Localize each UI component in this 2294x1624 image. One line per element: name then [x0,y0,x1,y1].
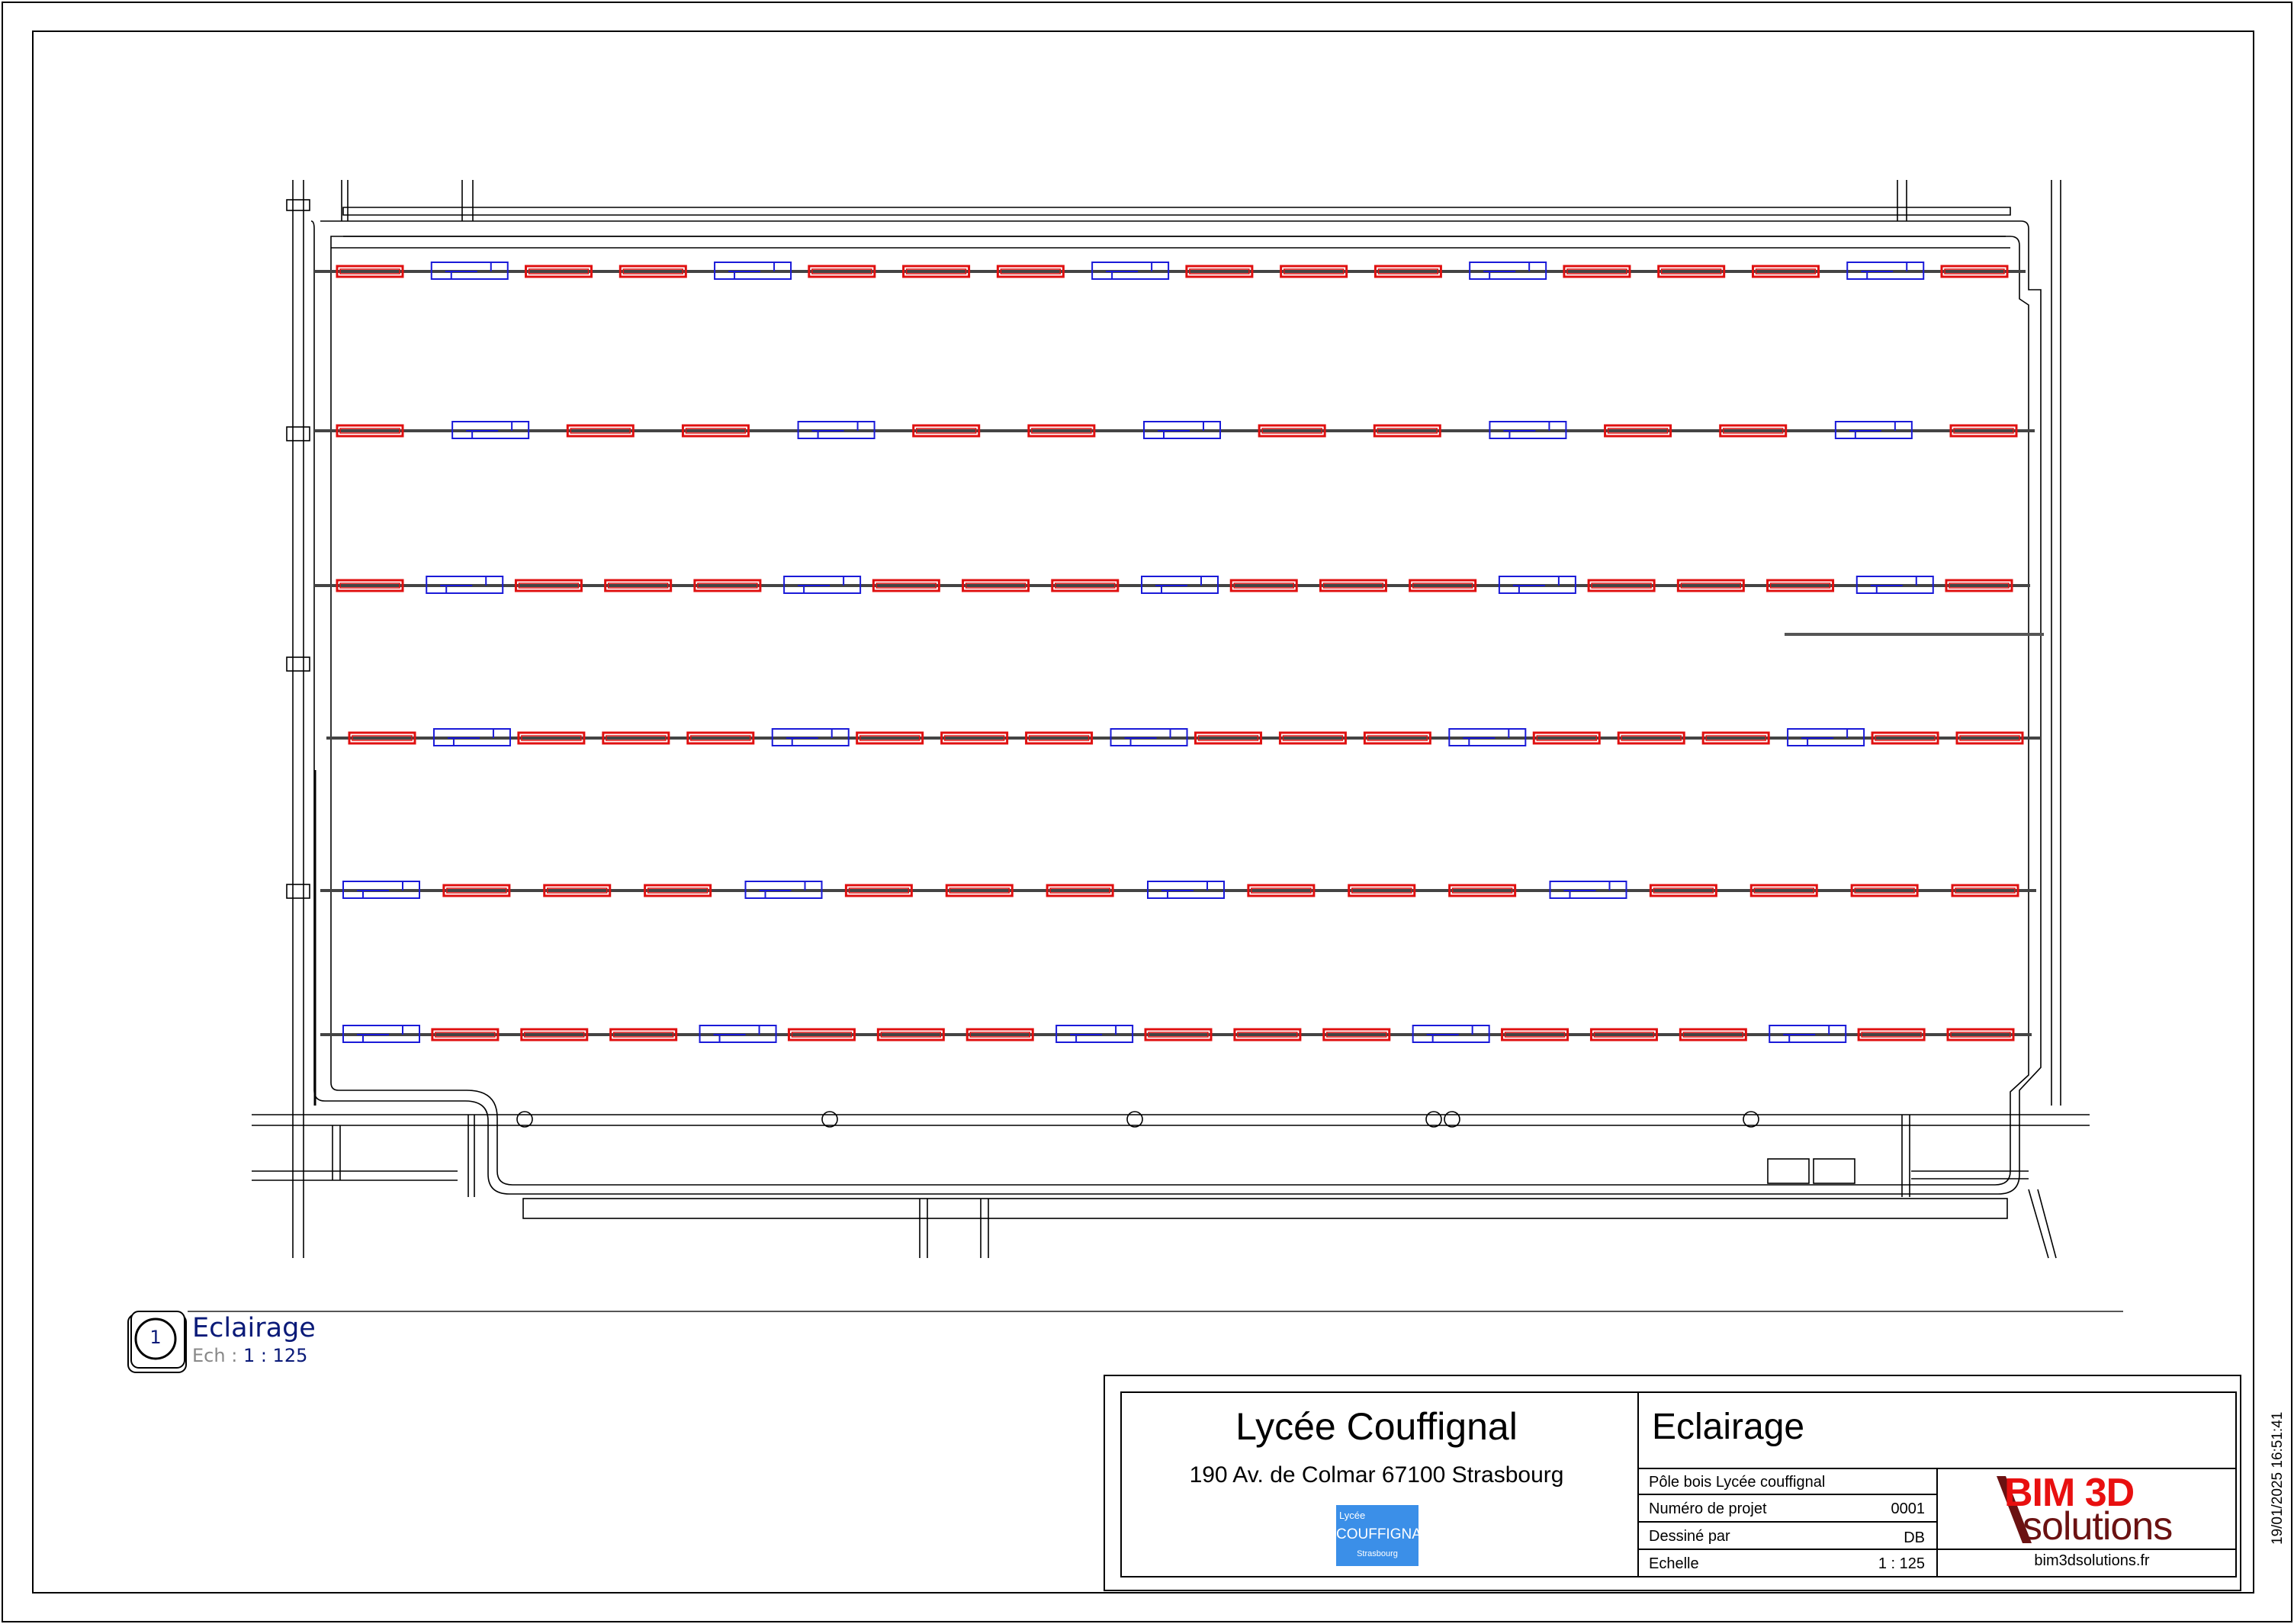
row-label-project-number: Numéro de projet [1649,1500,1767,1517]
print-timestamp: 19/01/2025 16:51:41 [2270,1411,2286,1545]
trunking-line [314,270,2026,273]
trunking-lines [314,270,2041,1036]
view-scale-value: 1 : 125 [243,1345,308,1366]
client-logo: Lycée COUFFIGNAL Strasbourg [1336,1505,1430,1566]
project-name: Lycée Couffignal [1235,1405,1518,1448]
view-marker-number: 1 [149,1327,162,1348]
client-logo-line2: COUFFIGNAL [1336,1526,1430,1542]
row-value-project-number: 0001 [1891,1500,1926,1517]
client-logo-line1: Lycée [1339,1510,1366,1521]
luminaires-layer [336,262,2024,1043]
row-label-drawn-by: Dessiné par [1649,1528,1730,1545]
view-scale: Ech : 1 : 125 [192,1345,307,1366]
row-value-scale: 1 : 125 [1878,1555,1925,1572]
company-url: bim3dsolutions.fr [2034,1552,2150,1569]
client-logo-line3: Strasbourg [1357,1549,1398,1558]
row-label-scale: Echelle [1649,1555,1699,1572]
project-description: Pôle bois Lycée couffignal [1649,1474,1826,1491]
company-logo-line2: solutions [2023,1504,2173,1549]
wall-outer [310,220,2042,1195]
floor-plan [252,180,2090,1259]
project-address: 190 Av. de Colmar 67100 Strasbourg [1189,1462,1564,1488]
drawing-sheet [2,2,2292,1622]
trunking-line [320,1033,2032,1036]
sheet-outer-border [2,2,2292,1622]
view-scale-label: Ech : [192,1345,238,1366]
row-value-drawn-by: DB [1904,1529,1925,1546]
wall-north [342,207,2011,216]
view-title: Eclairage [192,1313,316,1343]
sheet-title: Eclairage [1652,1407,1805,1447]
